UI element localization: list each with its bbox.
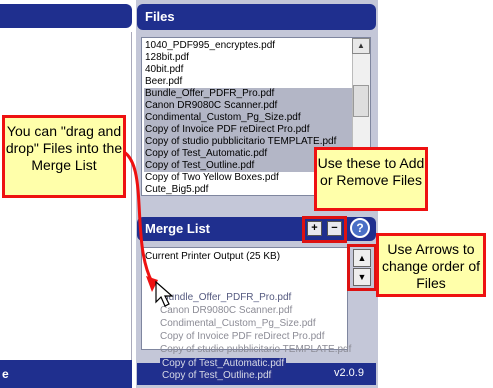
file-item[interactable]: 128bit.pdf	[144, 52, 356, 64]
ghost-item: Copy of Test_Outline.pdf	[160, 370, 274, 382]
add-remove-highlight	[302, 216, 347, 243]
files-panel-header: Files	[137, 4, 376, 30]
arrows-callout: Use Arrows to change order of Files	[376, 233, 486, 297]
ghost-item: Copy of Test_Automatic.pdf	[160, 358, 287, 370]
arrows-highlight	[347, 244, 377, 291]
file-item[interactable]: 40bit.pdf	[144, 64, 356, 76]
ghost-item: Bundle_Offer_PDFR_Pro.pdf	[162, 292, 292, 303]
files-panel-title: Files	[145, 9, 175, 24]
file-item[interactable]: Bundle_Offer_PDFR_Pro.pdf	[144, 88, 356, 100]
scroll-thumb[interactable]	[353, 85, 369, 117]
merge-panel-title: Merge List	[145, 221, 211, 236]
left-footer-label: e	[2, 367, 9, 381]
file-item[interactable]: Condimental_Custom_Pg_Size.pdf	[144, 112, 356, 124]
file-item[interactable]: Copy of Invoice PDF reDirect Pro.pdf	[144, 124, 356, 136]
file-item[interactable]: Canon DR9080C Scanner.pdf	[144, 100, 356, 112]
drag-drop-callout: You can "drag and drop" Files into the M…	[2, 115, 126, 198]
scroll-up-icon: ▲	[357, 41, 365, 50]
file-item[interactable]: Beer.pdf	[144, 76, 356, 88]
ghost-item: Condimental_Custom_Pg_Size.pdf	[160, 318, 316, 329]
ghost-item: Copy of studio pubblicitario TEMPLATE.pd…	[160, 344, 352, 355]
left-panel-header	[0, 4, 132, 28]
ghost-item: Canon DR9080C Scanner.pdf	[160, 305, 293, 316]
add-remove-callout: Use these to Add or Remove Files	[314, 147, 428, 211]
version-label: v2.0.9	[334, 367, 364, 379]
left-panel-footer: e	[0, 360, 132, 388]
help-button[interactable]: ?	[350, 218, 370, 238]
scroll-up-button[interactable]: ▲	[352, 38, 370, 54]
ghost-item: Copy of Invoice PDF reDirect Pro.pdf	[160, 331, 325, 342]
file-item[interactable]: 1040_PDF995_encryptes.pdf	[144, 40, 356, 52]
merge-list-item[interactable]: Current Printer Output (25 KB)	[145, 251, 280, 263]
